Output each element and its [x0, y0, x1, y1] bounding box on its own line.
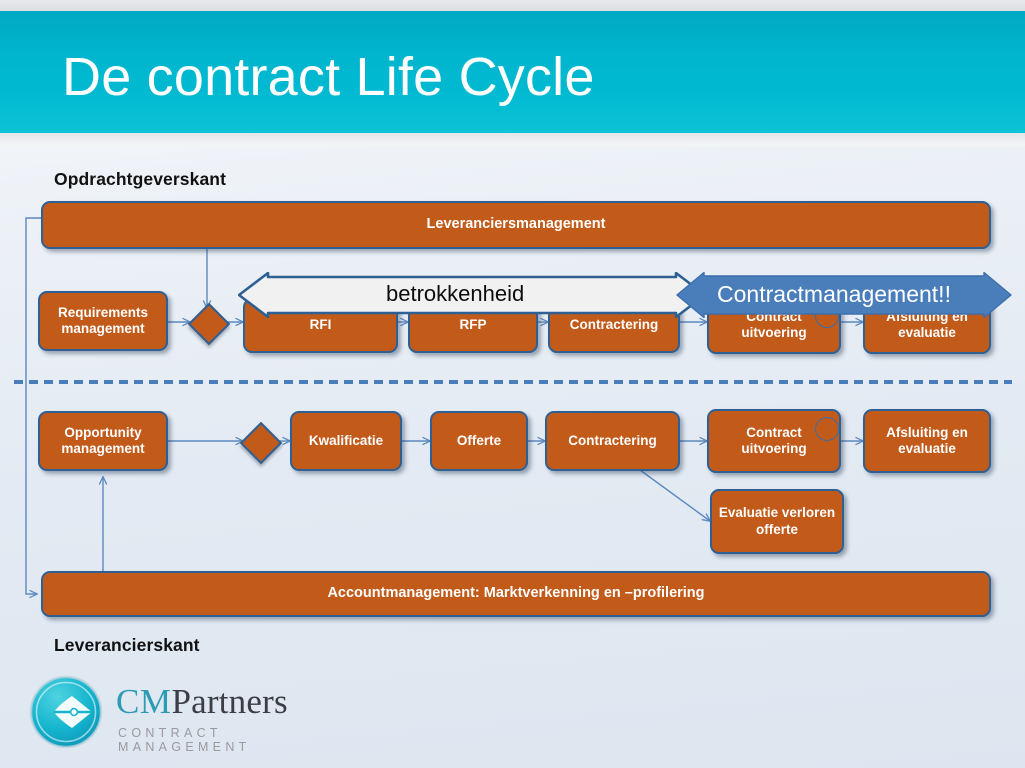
logo-cm-partners: CMPartners CONTRACT MANAGEMENT: [28, 672, 344, 754]
arrow-contractmanagement-label: Contractmanagement!!: [717, 281, 951, 307]
box-evaluatie-verloren-offerte[interactable]: Evaluatie verloren offerte: [710, 489, 844, 554]
logo-wordmark: CMPartners: [116, 682, 288, 722]
box-contractering-supplier-label: Contractering: [568, 432, 657, 448]
logo-word-cm: CM: [116, 682, 172, 721]
caption-supplier-side: Leverancierskant: [54, 635, 200, 655]
box-offerte[interactable]: Offerte: [430, 411, 528, 471]
box-opportunity-management-label: Opportunity management: [61, 424, 145, 456]
banner-underline: [0, 133, 1025, 146]
decision-diamond-buyer[interactable]: [187, 302, 231, 346]
decision-diamond-supplier[interactable]: [239, 421, 283, 465]
slide-canvas: De contract Life Cycle Opdrachtgeverskan…: [0, 0, 1025, 768]
box-rfp-label: RFP: [459, 317, 487, 333]
box-requirements-management[interactable]: Requirements management: [38, 291, 168, 351]
title-banner: De contract Life Cycle: [0, 11, 1025, 133]
box-afsluiting-evaluatie-supplier[interactable]: Afsluiting en evaluatie: [863, 409, 991, 473]
bar-accountmanagement-label: Accountmanagement: Marktverkenning en –p…: [327, 585, 705, 602]
box-opportunity-management[interactable]: Opportunity management: [38, 411, 168, 471]
bar-leveranciersmanagement[interactable]: Leveranciersmanagement: [41, 201, 991, 249]
page-title: De contract Life Cycle: [62, 47, 595, 107]
logo-mark-icon: [29, 675, 103, 749]
box-contract-uitvoering-supplier-label: Contract uitvoering: [741, 424, 807, 456]
box-contractering-supplier[interactable]: Contractering: [545, 411, 680, 471]
box-kwalificatie-label: Kwalificatie: [308, 432, 384, 448]
box-kwalificatie[interactable]: Kwalificatie: [290, 411, 402, 471]
logo-word-partners: Partners: [171, 682, 288, 721]
arrow-betrokkenheid-label: betrokkenheid: [386, 281, 525, 306]
box-requirements-management-label: Requirements management: [57, 304, 149, 336]
bar-accountmanagement[interactable]: Accountmanagement: Marktverkenning en –p…: [41, 571, 991, 617]
box-contractering-buyer-label: Contractering: [569, 317, 659, 333]
top-strip: [0, 0, 1025, 11]
bar-leveranciersmanagement-label: Leveranciersmanagement: [426, 216, 606, 233]
logo-tagline: CONTRACT MANAGEMENT: [118, 726, 251, 754]
box-offerte-label: Offerte: [456, 432, 502, 448]
box-contract-uitvoering-supplier[interactable]: Contract uitvoering: [707, 409, 841, 473]
caption-buyer-side: Opdrachtgeverskant: [54, 169, 226, 189]
box-evaluatie-verloren-offerte-label: Evaluatie verloren offerte: [718, 505, 836, 537]
box-afsluiting-evaluatie-supplier-label: Afsluiting en evaluatie: [886, 424, 968, 456]
box-rfi-label: RFI: [309, 317, 332, 333]
